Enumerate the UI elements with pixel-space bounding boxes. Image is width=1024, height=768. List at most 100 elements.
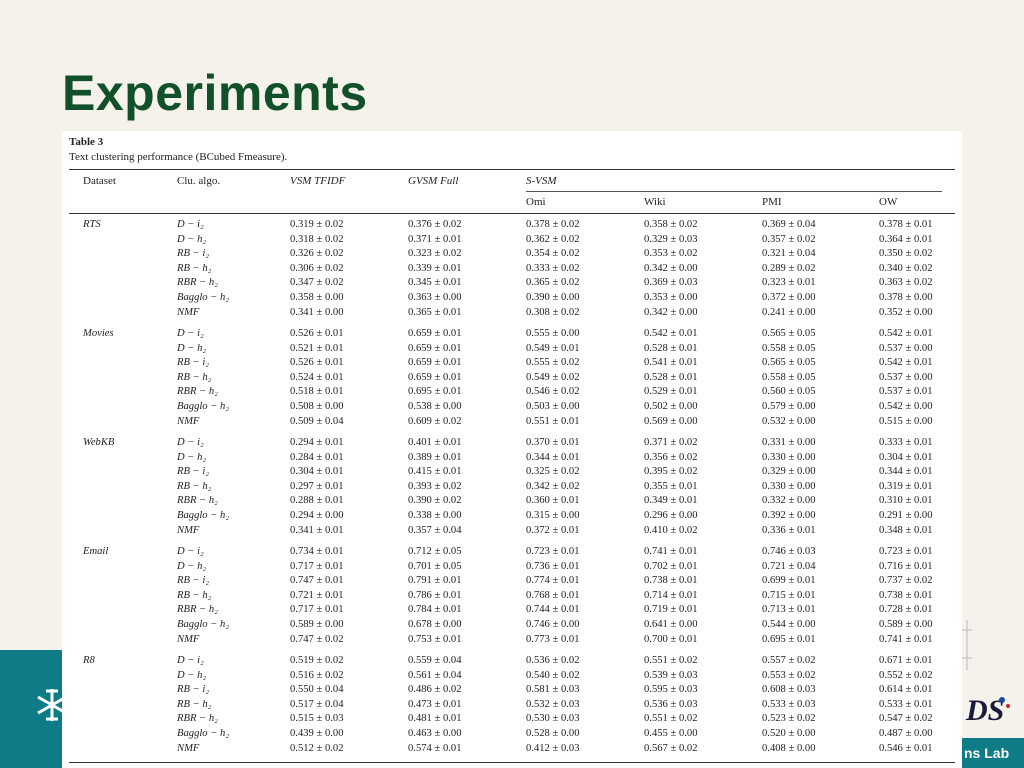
table-cell: 0.393 ± 0.02 (408, 480, 462, 492)
table-cell: 0.352 ± 0.00 (879, 306, 933, 318)
table-cell: 0.509 ± 0.04 (290, 415, 344, 427)
algo-label: NMF (177, 524, 200, 536)
table-cell: 0.294 ± 0.01 (290, 437, 344, 448)
table-cell: 0.551 ± 0.02 (644, 655, 698, 666)
table-cell: 0.747 ± 0.01 (290, 575, 344, 587)
table-cell: 0.502 ± 0.00 (644, 401, 698, 412)
table-cell: 0.713 ± 0.01 (762, 604, 816, 616)
algo-label: D − h₂ (177, 451, 207, 463)
table-cell: 0.547 ± 0.02 (879, 713, 933, 725)
table-cell: 0.609 ± 0.02 (408, 415, 462, 427)
table-cell: 0.678 ± 0.00 (408, 619, 462, 630)
table-cell: 0.395 ± 0.02 (644, 466, 698, 478)
table-cell: 0.747 ± 0.02 (290, 633, 344, 645)
dataset-label: RTS (83, 219, 101, 230)
table-cell: 0.315 ± 0.00 (526, 510, 580, 521)
top-rule (69, 169, 955, 170)
table-cell: 0.558 ± 0.05 (762, 342, 816, 354)
table-cell: 0.746 ± 0.00 (526, 619, 580, 630)
table-cell: 0.357 ± 0.02 (762, 233, 816, 245)
table-cell: 0.774 ± 0.01 (526, 575, 580, 587)
table-cell: 0.333 ± 0.01 (879, 437, 933, 448)
table-cell: 0.518 ± 0.01 (290, 386, 344, 398)
table-cell: 0.519 ± 0.02 (290, 655, 344, 666)
table-cell: 0.536 ± 0.03 (644, 698, 698, 710)
lab-name-strip: ns Lab (962, 738, 1024, 768)
table-cell: 0.537 ± 0.00 (879, 342, 933, 354)
table-cell: 0.342 ± 0.00 (644, 262, 698, 274)
header-dataset: Dataset (83, 175, 116, 187)
table-cell: 0.549 ± 0.01 (526, 342, 580, 354)
table-cell: 0.333 ± 0.02 (526, 262, 580, 274)
table-cell: 0.331 ± 0.00 (762, 437, 816, 448)
table-cell: 0.323 ± 0.01 (762, 277, 816, 289)
header-wiki: Wiki (644, 196, 666, 208)
table-cell: 0.741 ± 0.01 (644, 546, 698, 557)
bottom-rule (69, 762, 955, 763)
table-cell: 0.369 ± 0.04 (762, 219, 816, 230)
table-cell: 0.515 ± 0.03 (290, 713, 344, 725)
table-cell: 0.354 ± 0.02 (526, 248, 580, 260)
table-cell: 0.567 ± 0.02 (644, 742, 698, 754)
table-cell: 0.291 ± 0.00 (879, 510, 933, 521)
table-cell: 0.529 ± 0.01 (644, 386, 698, 398)
table-cell: 0.365 ± 0.01 (408, 306, 462, 318)
header-rule (69, 213, 955, 214)
table-cell: 0.574 ± 0.01 (408, 742, 462, 754)
table-cell: 0.344 ± 0.01 (879, 466, 933, 478)
table-cell: 0.712 ± 0.05 (408, 546, 462, 557)
table-cell: 0.699 ± 0.01 (762, 575, 816, 587)
table-cell: 0.241 ± 0.00 (762, 306, 816, 318)
table-cell: 0.536 ± 0.02 (526, 655, 580, 666)
algo-label: NMF (177, 742, 200, 754)
table-cell: 0.528 ± 0.01 (644, 371, 698, 383)
table-cell: 0.558 ± 0.05 (762, 371, 816, 383)
table-cell: 0.517 ± 0.04 (290, 698, 344, 710)
table-cell: 0.318 ± 0.02 (290, 233, 344, 245)
algo-label: D − h₂ (177, 669, 207, 681)
table-cell: 0.330 ± 0.00 (762, 480, 816, 492)
table-cell: 0.614 ± 0.01 (879, 684, 933, 696)
table-cell: 0.481 ± 0.01 (408, 713, 462, 725)
table-cell: 0.723 ± 0.01 (879, 546, 933, 557)
algo-label: RB − h₂ (177, 698, 212, 710)
table-cell: 0.659 ± 0.01 (408, 371, 462, 383)
algo-label: Bagglo − h₂ (177, 619, 230, 630)
table-cell: 0.551 ± 0.01 (526, 415, 580, 427)
table-cell: 0.325 ± 0.02 (526, 466, 580, 478)
table-cell: 0.353 ± 0.02 (644, 248, 698, 260)
algo-label: RB − h₂ (177, 262, 212, 274)
table-cell: 0.546 ± 0.02 (526, 386, 580, 398)
table-cell: 0.289 ± 0.02 (762, 262, 816, 274)
table-cell: 0.357 ± 0.04 (408, 524, 462, 536)
table-cell: 0.508 ± 0.00 (290, 401, 344, 412)
table-cell: 0.546 ± 0.01 (879, 742, 933, 754)
algo-label: Bagglo − h₂ (177, 510, 230, 521)
table-cell: 0.304 ± 0.01 (879, 451, 933, 463)
table-cell: 0.355 ± 0.01 (644, 480, 698, 492)
table-cell: 0.528 ± 0.00 (526, 728, 580, 739)
table-cell: 0.339 ± 0.01 (408, 262, 462, 274)
table-cell: 0.716 ± 0.01 (879, 560, 933, 572)
table-cell: 0.342 ± 0.00 (644, 306, 698, 318)
table-cell: 0.561 ± 0.04 (408, 669, 462, 681)
table-cell: 0.512 ± 0.02 (290, 742, 344, 754)
table-cell: 0.503 ± 0.00 (526, 401, 580, 412)
table-cell: 0.738 ± 0.01 (644, 575, 698, 587)
table-cell: 0.579 ± 0.00 (762, 401, 816, 412)
table-cell: 0.356 ± 0.02 (644, 451, 698, 463)
table-cell: 0.330 ± 0.00 (762, 451, 816, 463)
table-cell: 0.608 ± 0.03 (762, 684, 816, 696)
algo-label: D − i₂ (177, 546, 204, 557)
table-cell: 0.544 ± 0.00 (762, 619, 816, 630)
algo-label: D − h₂ (177, 560, 207, 572)
table-cell: 0.516 ± 0.02 (290, 669, 344, 681)
table-cell: 0.371 ± 0.01 (408, 233, 462, 245)
table-cell: 0.723 ± 0.01 (526, 546, 580, 557)
dataset-label: R8 (83, 655, 95, 666)
table-cell: 0.371 ± 0.02 (644, 437, 698, 448)
table-cell: 0.540 ± 0.02 (526, 669, 580, 681)
table-cell: 0.358 ± 0.02 (644, 219, 698, 230)
table-cell: 0.717 ± 0.01 (290, 560, 344, 572)
table-cell: 0.408 ± 0.00 (762, 742, 816, 754)
